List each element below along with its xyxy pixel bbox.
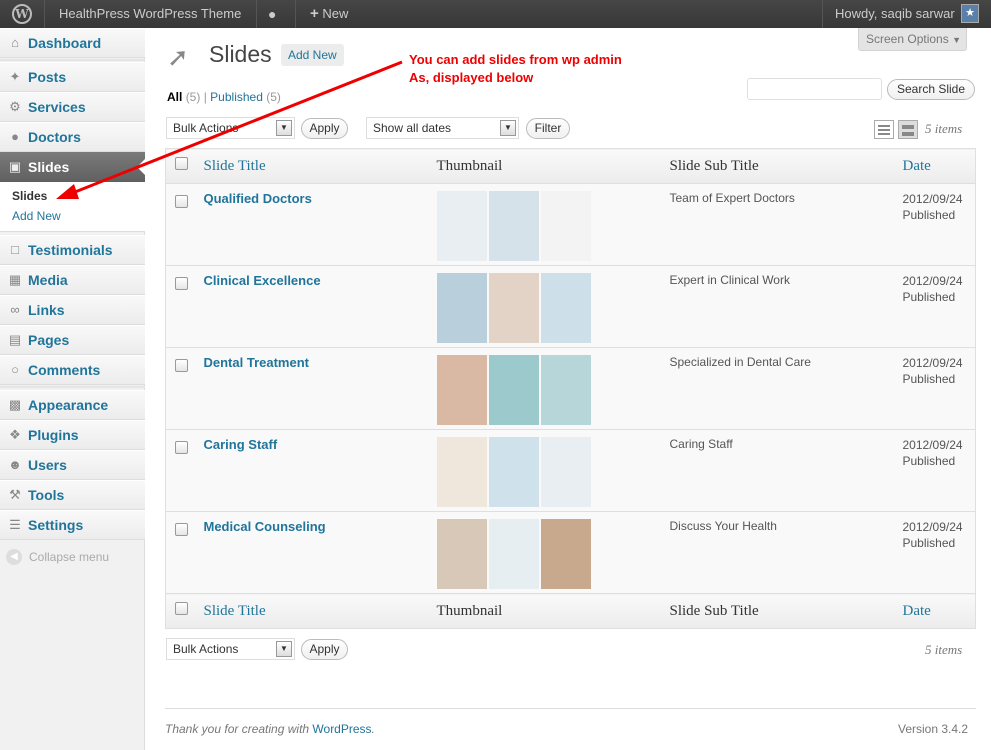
annotation-arrow-icon — [56, 60, 403, 199]
